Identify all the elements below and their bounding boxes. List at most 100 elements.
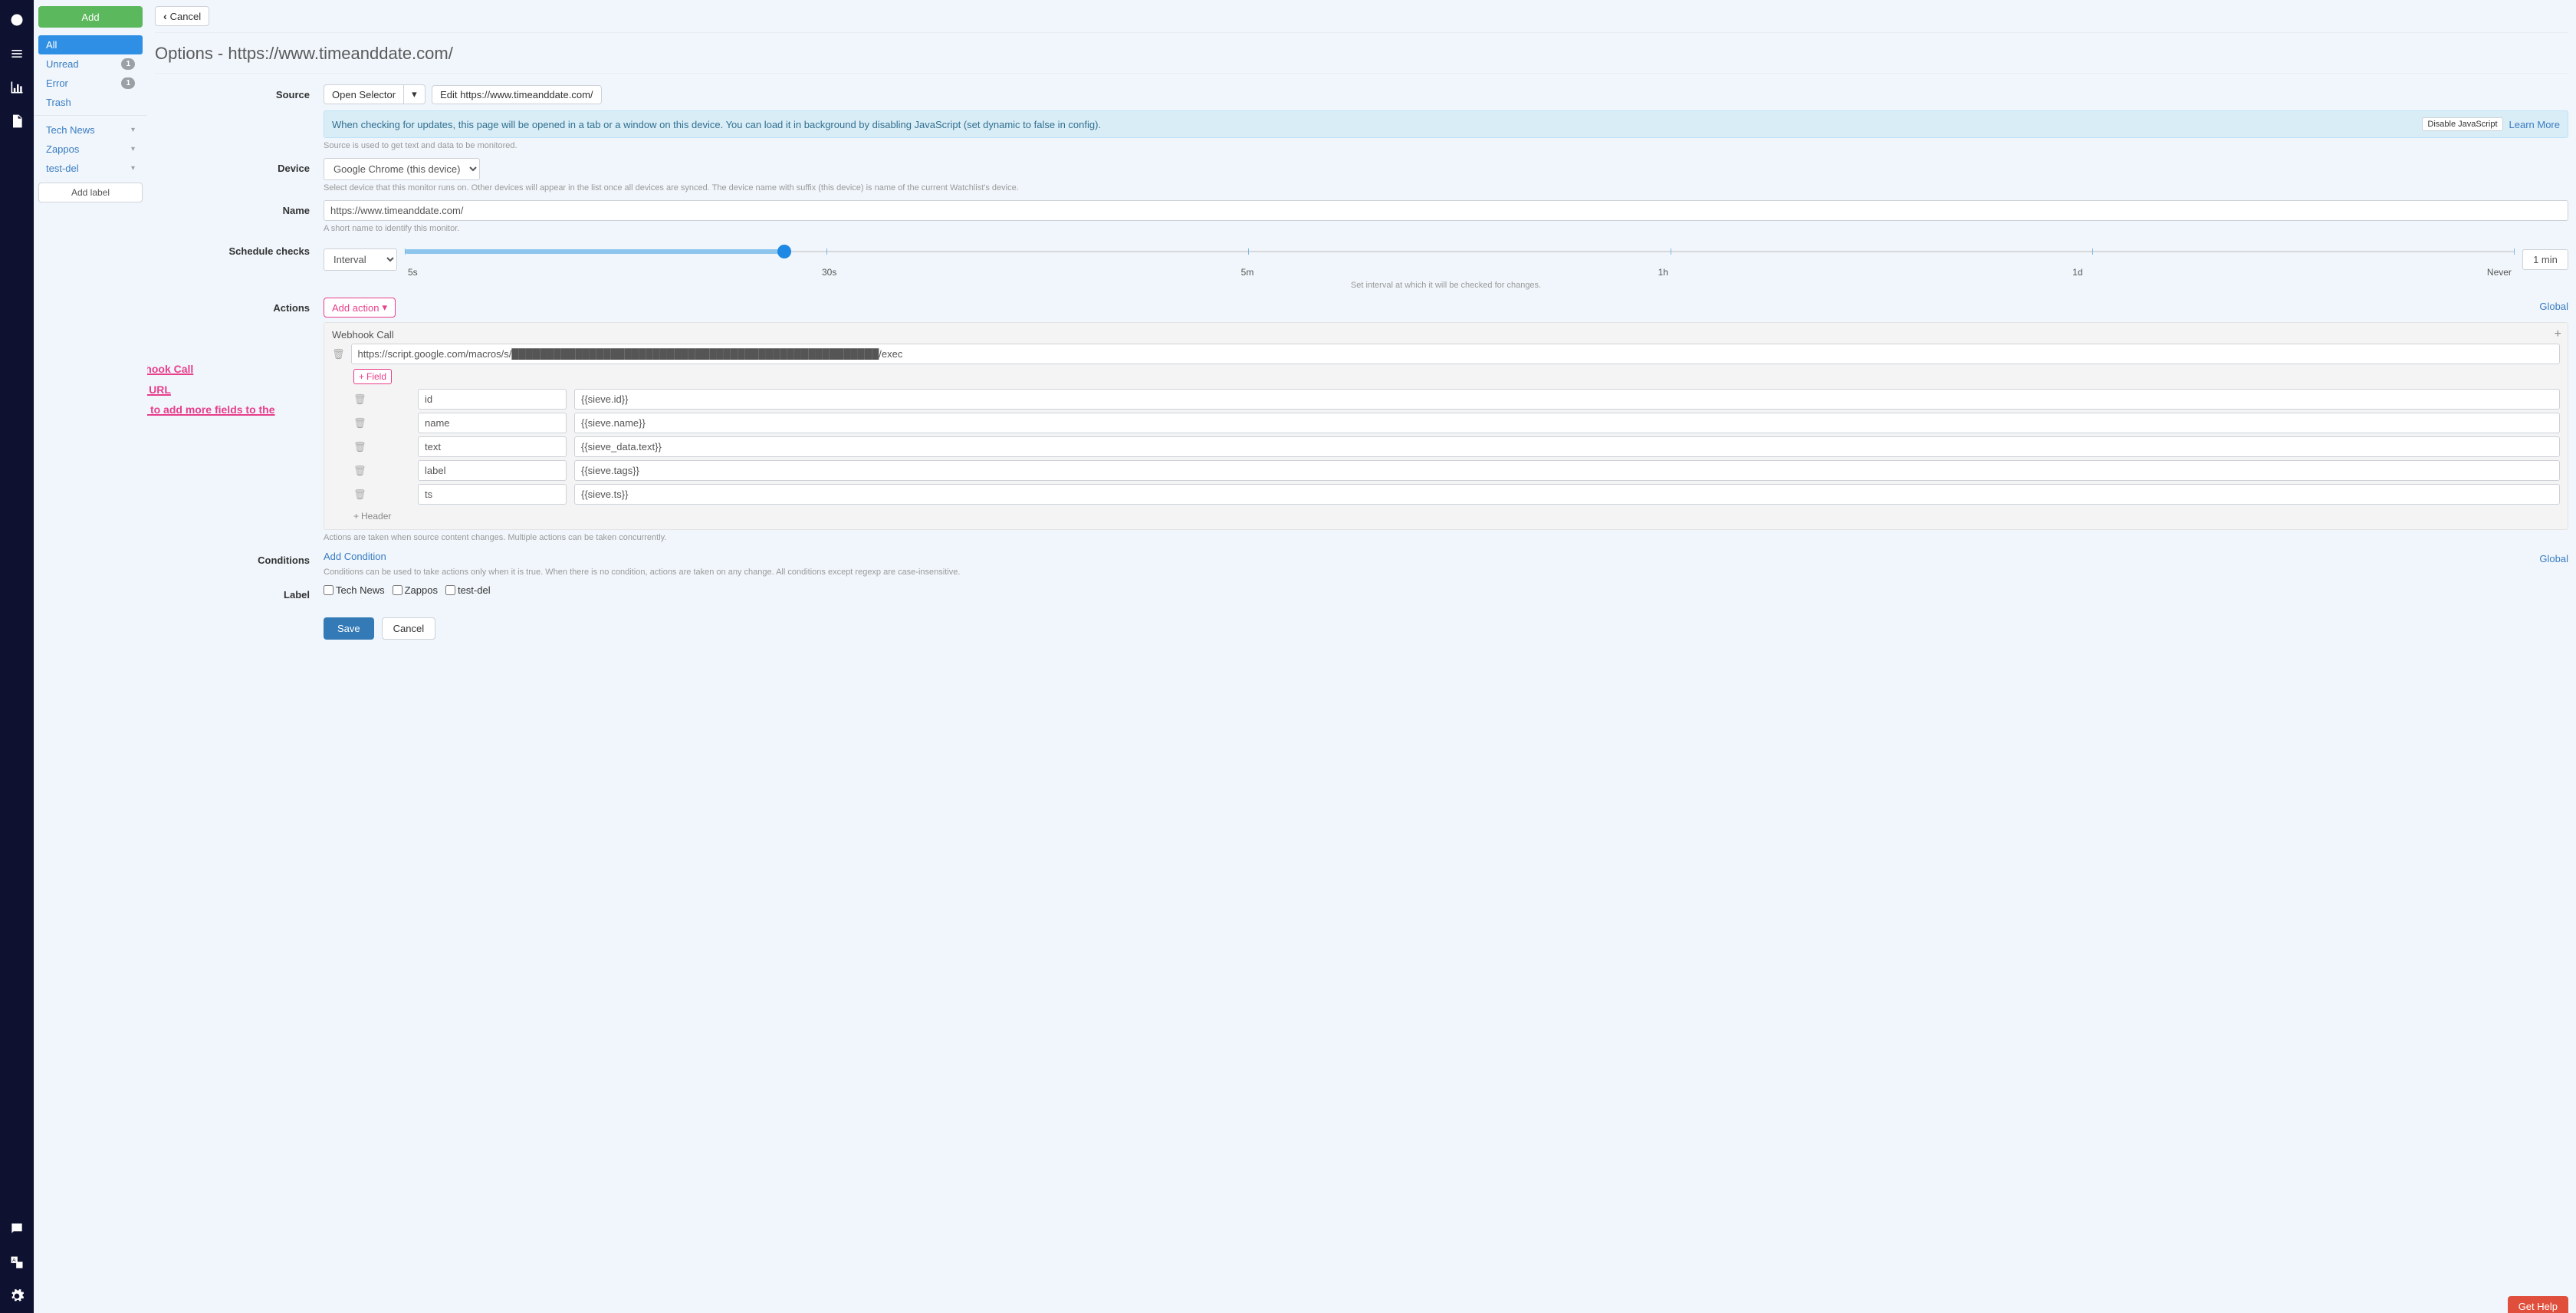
cancel-label: Cancel	[170, 11, 201, 22]
field-value-input[interactable]	[574, 460, 2560, 481]
folder-all[interactable]: All	[38, 35, 143, 54]
learn-more-link[interactable]: Learn More	[2509, 119, 2560, 130]
get-help-button[interactable]: Get Help	[2508, 1296, 2568, 1313]
checkbox[interactable]	[393, 585, 402, 595]
add-field-label: Field	[366, 371, 386, 382]
label-tech-news[interactable]: Tech News▾	[38, 120, 143, 140]
field-value-input[interactable]	[574, 484, 2560, 505]
slider-tick-label: 1d	[2072, 267, 2082, 278]
add-condition-link[interactable]: Add Condition	[324, 548, 386, 565]
folder-error[interactable]: Error 1	[38, 74, 143, 93]
label-test-del[interactable]: test-del ▾	[38, 159, 143, 178]
name-input[interactable]	[324, 200, 2568, 221]
field-value-input[interactable]	[574, 389, 2560, 410]
label-checkbox-test-del[interactable]: test-del	[445, 584, 491, 596]
schedule-label: Schedule checks	[155, 241, 324, 290]
plus-icon: +	[359, 371, 364, 382]
actions-global-link[interactable]: Global	[2539, 298, 2568, 315]
field-key-input[interactable]	[418, 413, 567, 433]
folder-label: Error	[46, 77, 68, 89]
folder-unread[interactable]: Unread1	[38, 54, 143, 74]
slider-tick-label: 5m	[1241, 267, 1254, 278]
nav-logo-icon[interactable]	[0, 3, 34, 37]
add-field-button[interactable]: + Field	[353, 369, 392, 384]
open-selector-button[interactable]: Open Selector	[324, 84, 404, 104]
schedule-slider-thumb[interactable]	[777, 245, 791, 258]
nav-translate-icon[interactable]: A	[0, 1246, 34, 1279]
sidebar: Add AllUnread1Error1Trash Tech News▾Zapp…	[34, 0, 147, 1313]
actions-label: Actions	[155, 298, 324, 542]
label-checkbox-tech-news[interactable]: Tech News	[324, 584, 385, 596]
device-label: Device	[155, 158, 324, 193]
caret-down-icon: ▾	[382, 301, 387, 314]
webhook-url-input[interactable]	[351, 344, 2560, 364]
conditions-global-link[interactable]: Global	[2539, 550, 2568, 568]
webhook-title: Webhook Call	[332, 329, 2560, 341]
field-value-input[interactable]	[574, 436, 2560, 457]
folder-label: Trash	[46, 97, 71, 108]
main: ‹ Cancel Options - https://www.timeandda…	[147, 0, 2576, 1313]
checkbox[interactable]	[445, 585, 455, 595]
caret-down-icon: ▾	[412, 88, 417, 100]
schedule-value-input[interactable]	[2522, 249, 2568, 270]
webhook-field-row: 🗑	[353, 389, 2560, 410]
nav-rail: A	[0, 0, 34, 1313]
delete-field-icon[interactable]: 🗑	[353, 465, 366, 477]
actions-help: Actions are taken when source content ch…	[324, 533, 2568, 542]
device-select[interactable]: Google Chrome (this device)	[324, 158, 480, 180]
name-label: Name	[155, 200, 324, 233]
device-help: Select device that this monitor runs on.…	[324, 183, 2568, 193]
chevron-left-icon: ‹	[163, 10, 167, 22]
label-zappos[interactable]: Zappos▾	[38, 140, 143, 159]
schedule-slider[interactable]	[405, 241, 2515, 262]
slider-tick-label: 1h	[1658, 267, 1668, 278]
field-key-input[interactable]	[418, 484, 567, 505]
slider-tick-label: 30s	[822, 267, 836, 278]
plus-icon: +	[353, 511, 359, 522]
nav-doc-icon[interactable]	[0, 104, 34, 138]
nav-chart-icon[interactable]	[0, 71, 34, 104]
nav-list-icon[interactable]	[0, 37, 34, 71]
source-help: Source is used to get text and data to b…	[324, 141, 2568, 150]
checkbox[interactable]	[324, 585, 334, 595]
add-action-label: Add action	[332, 302, 379, 314]
options-form: 1. Add action -> Webhook Call 2. Enter t…	[155, 74, 2568, 640]
delete-field-icon[interactable]: 🗑	[353, 441, 366, 453]
conditions-help: Conditions can be used to take actions o…	[324, 568, 2568, 577]
nav-gear-icon[interactable]	[0, 1279, 34, 1313]
add-header-label: Header	[361, 511, 391, 522]
save-button[interactable]: Save	[324, 617, 374, 640]
add-header-button[interactable]: + Header	[353, 511, 391, 522]
label-checkbox-zappos[interactable]: Zappos	[393, 584, 438, 596]
add-button[interactable]: Add	[38, 6, 143, 28]
field-value-input[interactable]	[574, 413, 2560, 433]
cancel-button[interactable]: Cancel	[382, 617, 435, 640]
field-key-input[interactable]	[418, 389, 567, 410]
field-key-input[interactable]	[418, 460, 567, 481]
schedule-mode-select[interactable]: Interval	[324, 248, 397, 271]
name-help: A short name to identify this monitor.	[324, 224, 2568, 233]
slider-tick-label: 5s	[408, 267, 418, 278]
edit-source-button[interactable]: Edit https://www.timeanddate.com/	[432, 85, 601, 104]
add-label-button[interactable]: Add label	[38, 183, 143, 202]
add-action-button[interactable]: Add action ▾	[324, 298, 396, 318]
field-key-input[interactable]	[418, 436, 567, 457]
label-text: Zappos	[46, 143, 79, 155]
chevron-down-icon: ▾	[131, 126, 135, 134]
delete-webhook-icon[interactable]: 🗑	[332, 348, 345, 360]
folder-badge: 1	[121, 77, 135, 89]
cancel-button-top[interactable]: ‹ Cancel	[155, 6, 209, 26]
delete-field-icon[interactable]: 🗑	[353, 489, 366, 501]
schedule-help: Set interval at which it will be checked…	[324, 281, 2568, 290]
open-selector-caret[interactable]: ▾	[403, 84, 426, 104]
delete-field-icon[interactable]: 🗑	[353, 417, 366, 429]
folder-badge: 1	[121, 58, 135, 70]
disable-js-button[interactable]: Disable JavaScript	[2422, 117, 2502, 131]
label-text: test-del	[46, 163, 79, 174]
folder-trash[interactable]: Trash	[38, 93, 143, 112]
chevron-down-icon: ▾	[131, 164, 135, 173]
nav-chat-icon[interactable]	[0, 1212, 34, 1246]
add-webhook-icon[interactable]: +	[2555, 327, 2561, 341]
webhook-field-row: 🗑	[353, 484, 2560, 505]
delete-field-icon[interactable]: 🗑	[353, 393, 366, 406]
